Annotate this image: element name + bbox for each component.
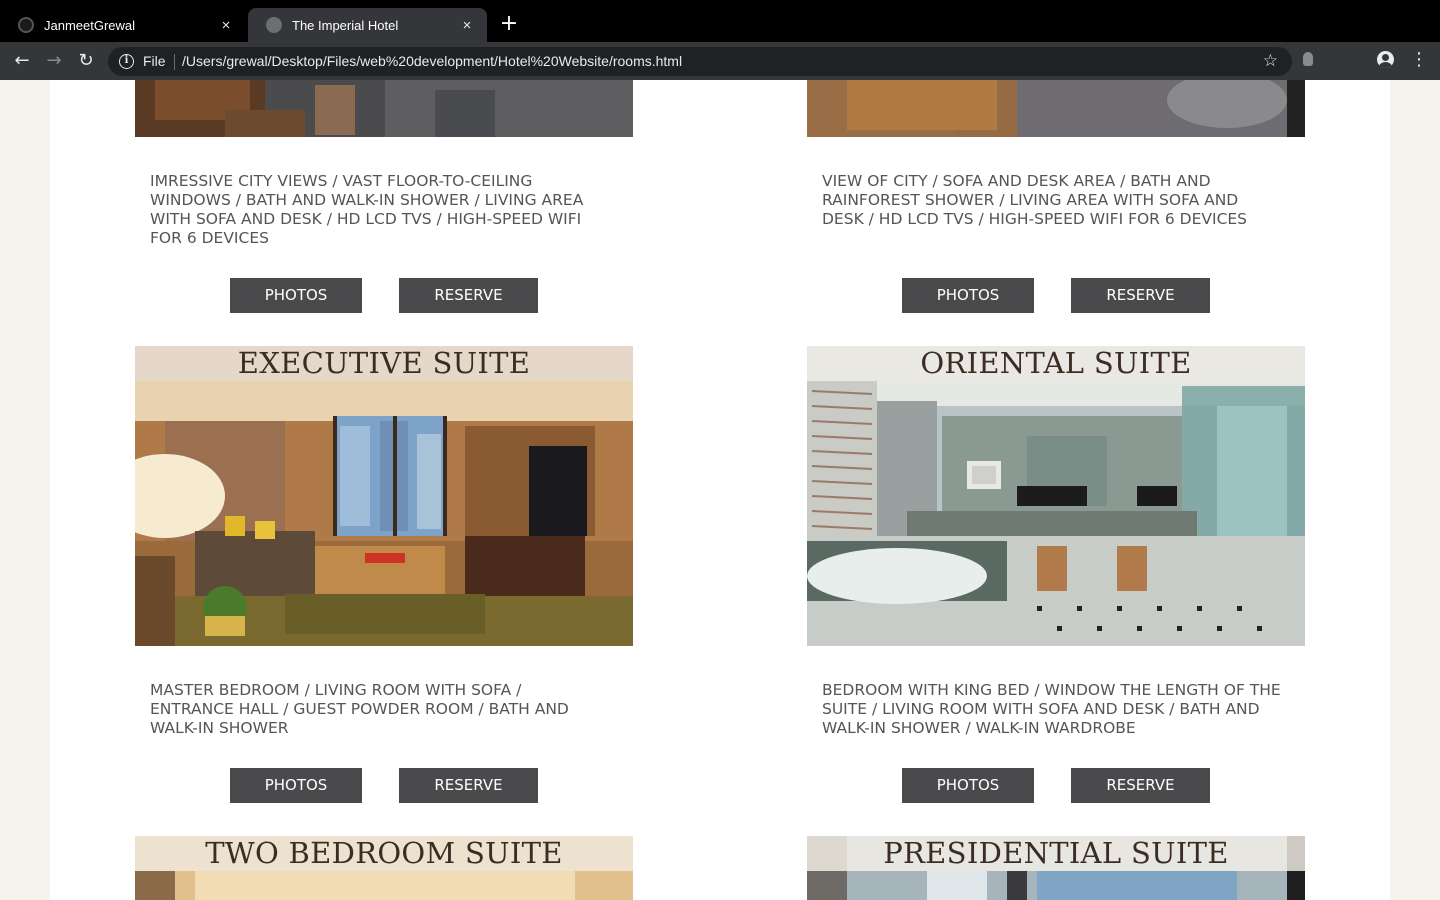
room-photo-oriental-suite[interactable]: ORIENTAL SUITE	[807, 346, 1305, 646]
photos-button[interactable]: PHOTOS	[902, 278, 1034, 313]
back-arrow-icon[interactable]: ←	[10, 49, 34, 73]
browser-toolbar: ← → ↻ i File /Users/grewal/Desktop/Files…	[0, 42, 1440, 80]
room-photo-presidential-suite[interactable]: PRESIDENTIAL SUITE	[807, 836, 1305, 900]
tab-imperial-hotel[interactable]: The Imperial Hotel ×	[248, 8, 487, 42]
close-icon[interactable]: ×	[459, 17, 475, 34]
address-separator	[174, 54, 175, 70]
room-photo[interactable]	[135, 80, 633, 137]
room-photo-two-bedroom-suite[interactable]: TWO BEDROOM SUITE	[135, 836, 633, 900]
photos-button[interactable]: PHOTOS	[230, 278, 362, 313]
page-viewport: IMRESSIVE CITY VIEWS / VAST FLOOR-TO-CEI…	[0, 80, 1440, 900]
photos-button[interactable]: PHOTOS	[902, 768, 1034, 803]
url-text[interactable]: /Users/grewal/Desktop/Files/web%20develo…	[182, 53, 682, 69]
room-name: PRESIDENTIAL SUITE	[807, 836, 1305, 871]
bookmark-star-icon[interactable]: ☆	[1263, 51, 1278, 71]
reload-icon[interactable]: ↻	[74, 49, 98, 73]
tab-title: JanmeetGrewal	[44, 17, 136, 33]
info-icon[interactable]: i	[119, 54, 134, 69]
room-photo-executive-suite[interactable]: EXECUTIVE SUITE	[135, 346, 633, 646]
new-tab-button[interactable]: +	[498, 12, 520, 36]
globe-icon	[266, 17, 282, 33]
tab-janmeetgrewal[interactable]: JanmeetGrewal ×	[0, 8, 246, 42]
kebab-menu-icon[interactable]: ⋮	[1410, 49, 1428, 71]
room-photo-image	[135, 80, 633, 137]
photos-button[interactable]: PHOTOS	[230, 768, 362, 803]
room-photo-image	[807, 80, 1305, 137]
room-name: TWO BEDROOM SUITE	[135, 836, 633, 871]
room-photo[interactable]	[807, 80, 1305, 137]
rooms-container: IMRESSIVE CITY VIEWS / VAST FLOOR-TO-CEI…	[50, 80, 1390, 900]
address-bar[interactable]: i File /Users/grewal/Desktop/Files/web%2…	[108, 47, 1292, 76]
reserve-button[interactable]: RESERVE	[399, 768, 538, 803]
room-photo-image	[807, 346, 1305, 646]
tab-title: The Imperial Hotel	[292, 17, 399, 33]
profile-icon[interactable]	[1377, 51, 1394, 68]
room-features: IMRESSIVE CITY VIEWS / VAST FLOOR-TO-CEI…	[150, 172, 584, 247]
extension-icon[interactable]	[1303, 52, 1313, 66]
reserve-button[interactable]: RESERVE	[1071, 278, 1210, 313]
browser-tab-bar: JanmeetGrewal × The Imperial Hotel × +	[0, 0, 1440, 42]
room-features: BEDROOM WITH KING BED / WINDOW THE LENGT…	[822, 681, 1281, 737]
room-features: VIEW OF CITY / SOFA AND DESK AREA / BATH…	[822, 172, 1248, 228]
room-name: ORIENTAL SUITE	[807, 346, 1305, 381]
room-features: MASTER BEDROOM / LIVING ROOM WITH SOFA /…	[150, 681, 569, 737]
github-icon	[18, 17, 34, 33]
forward-arrow-icon[interactable]: →	[42, 49, 66, 73]
reserve-button[interactable]: RESERVE	[399, 278, 538, 313]
reserve-button[interactable]: RESERVE	[1071, 768, 1210, 803]
scheme-label: File	[143, 53, 166, 69]
room-photo-image	[135, 346, 633, 646]
room-name: EXECUTIVE SUITE	[135, 346, 633, 381]
close-icon[interactable]: ×	[218, 17, 234, 34]
